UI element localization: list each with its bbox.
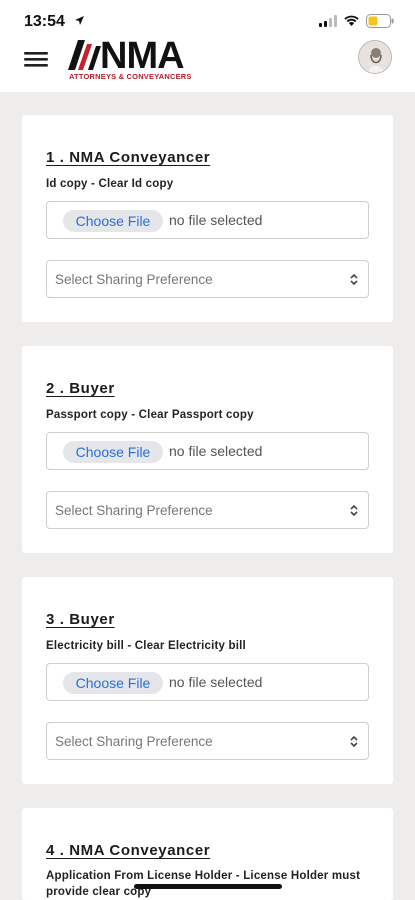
choose-file-button[interactable]: Choose File (63, 441, 163, 463)
status-time: 13:54 (24, 13, 65, 30)
home-indicator[interactable] (134, 884, 282, 889)
choose-file-button[interactable]: Choose File (63, 672, 163, 694)
document-card: 1 . NMA Conveyancer Id copy - Clear Id c… (22, 115, 393, 322)
select-placeholder: Select Sharing Preference (55, 734, 213, 749)
select-placeholder: Select Sharing Preference (55, 272, 213, 287)
file-status-text: no file selected (169, 674, 263, 690)
card-title: 4 . NMA Conveyancer (46, 842, 211, 859)
file-status-text: no file selected (169, 443, 263, 459)
file-upload-field[interactable]: Choose File no file selected (46, 201, 369, 239)
select-placeholder: Select Sharing Preference (55, 503, 213, 518)
chevron-up-down-icon (350, 273, 358, 286)
logo-mark-icon (68, 40, 101, 70)
app-header: NMA ATTORNEYS & CONVEYANCERS (0, 35, 415, 92)
nma-logo[interactable]: NMA ATTORNEYS & CONVEYANCERS (66, 35, 201, 86)
card-description: Electricity bill - Clear Electricity bil… (46, 640, 246, 652)
file-status-text: no file selected (169, 212, 263, 228)
logo-subtitle: ATTORNEYS & CONVEYANCERS (69, 72, 192, 81)
location-arrow-icon (75, 16, 84, 25)
avatar-person-icon (359, 41, 391, 73)
sharing-preference-select[interactable]: Select Sharing Preference (46, 491, 369, 529)
card-title: 2 . Buyer (46, 380, 115, 397)
hamburger-menu-icon[interactable] (24, 49, 50, 69)
file-upload-field[interactable]: Choose File no file selected (46, 432, 369, 470)
sharing-preference-select[interactable]: Select Sharing Preference (46, 722, 369, 760)
card-description: Passport copy - Clear Passport copy (46, 409, 254, 421)
cellular-signal-icon (319, 15, 337, 27)
choose-file-button[interactable]: Choose File (63, 210, 163, 232)
card-title: 1 . NMA Conveyancer (46, 149, 211, 166)
user-avatar[interactable] (358, 40, 392, 74)
logo-text: NMA (100, 35, 185, 77)
sharing-preference-select[interactable]: Select Sharing Preference (46, 260, 369, 298)
wifi-icon (344, 15, 359, 26)
document-card: 2 . Buyer Passport copy - Clear Passport… (22, 346, 393, 553)
card-title: 3 . Buyer (46, 611, 115, 628)
file-upload-field[interactable]: Choose File no file selected (46, 663, 369, 701)
status-bar: 13:54 (0, 0, 415, 38)
card-description: Id copy - Clear Id copy (46, 178, 174, 190)
chevron-up-down-icon (350, 735, 358, 748)
chevron-up-down-icon (350, 504, 358, 517)
battery-icon (366, 14, 394, 28)
document-card: 3 . Buyer Electricity bill - Clear Elect… (22, 577, 393, 784)
